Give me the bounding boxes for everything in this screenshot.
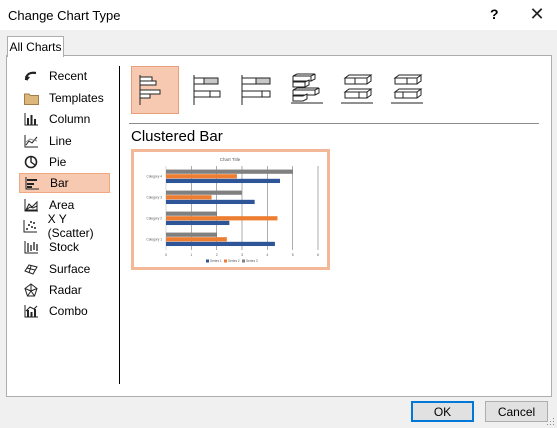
sidebar-item-scatter[interactable]: X Y (Scatter) (19, 212, 110, 240)
legend-label: Series 1 (210, 259, 222, 263)
clustered-bar-icon (139, 75, 161, 105)
column-chart-icon (23, 111, 39, 127)
sidebar-item-label: Radar (49, 283, 82, 297)
bar (166, 178, 280, 184)
dialog-panel: Recent Templates Column Line Pie Bar Are… (6, 55, 552, 397)
scatter-chart-icon (23, 218, 38, 234)
sidebar-item-label: X Y (Scatter) (47, 212, 94, 240)
cancel-button[interactable]: Cancel (485, 401, 548, 422)
sidebar-item-label: Bar (50, 176, 69, 190)
folder-icon (23, 90, 39, 106)
sidebar-item-bar[interactable]: Bar (19, 173, 110, 193)
stacked-bar-icon (193, 75, 221, 105)
bar (166, 174, 237, 179)
stock-chart-icon (23, 239, 39, 255)
sidebar-item-column[interactable]: Column (19, 109, 110, 129)
subtype-3d-100-stacked-bar[interactable] (383, 66, 431, 114)
x-tick-label: 1 (190, 253, 192, 257)
3d-stacked-bar-icon (341, 74, 373, 104)
title-bar: Change Chart Type ? ✕ (0, 0, 557, 30)
bar (166, 169, 293, 174)
sidebar-item-combo[interactable]: Combo (19, 301, 110, 321)
sidebar-item-label: Pie (49, 155, 67, 169)
radar-chart-icon (23, 282, 39, 298)
line-chart-icon (23, 133, 39, 149)
preview-chart-title: Chart Title (220, 157, 241, 162)
x-tick-label: 2 (216, 253, 218, 257)
category-label: Category 3 (146, 196, 162, 200)
sidebar-item-label: Area (49, 198, 75, 212)
bar (166, 237, 227, 242)
sidebar-item-label: Line (49, 134, 72, 148)
subtype-3d-clustered-bar[interactable] (283, 66, 331, 114)
legend-label: Series 3 (246, 259, 258, 263)
subtype-3d-stacked-bar[interactable] (333, 66, 381, 114)
bar (166, 199, 255, 205)
recent-icon (23, 68, 39, 84)
legend-swatch (224, 259, 227, 263)
resize-grip-icon[interactable] (547, 418, 555, 426)
category-label: Category 4 (146, 175, 162, 179)
subtype-clustered-bar[interactable] (131, 66, 179, 114)
sidebar-item-stock[interactable]: Stock (19, 237, 110, 257)
subtype-100-stacked-bar[interactable] (233, 66, 281, 114)
sidebar-divider (119, 66, 120, 384)
sidebar-item-label: Column (49, 112, 91, 126)
legend-swatch (242, 259, 245, 263)
sidebar-item-line[interactable]: Line (19, 131, 110, 151)
bar (166, 220, 230, 226)
3d-clustered-bar-icon (291, 73, 323, 104)
x-tick-label: 3 (241, 253, 243, 257)
tab-all-charts[interactable]: All Charts (7, 36, 64, 57)
sidebar-item-label: Combo (49, 304, 88, 318)
bar (166, 211, 217, 216)
x-tick-label: 4 (266, 253, 268, 257)
dialog-title: Change Chart Type (8, 8, 121, 23)
sidebar-item-radar[interactable]: Radar (19, 280, 110, 300)
bar-chart-icon (24, 175, 40, 191)
sidebar-item-templates[interactable]: Templates (19, 88, 110, 108)
x-tick-label: 0 (165, 253, 167, 257)
pie-chart-icon (23, 154, 39, 170)
category-label: Category 1 (146, 238, 162, 242)
3d-100-stacked-bar-icon (391, 74, 423, 104)
sidebar-item-label: Templates (49, 91, 104, 105)
sidebar-item-pie[interactable]: Pie (19, 152, 110, 172)
chart-type-title: Clustered Bar (131, 128, 223, 145)
sidebar-item-label: Recent (49, 69, 88, 83)
sidebar-item-surface[interactable]: Surface (19, 259, 110, 279)
category-label: Category 2 (146, 217, 162, 221)
preview-chart: Chart Title Category 1 Category 2 Category… (146, 157, 319, 263)
bar (166, 232, 217, 237)
bar (166, 216, 278, 221)
help-button[interactable]: ? (490, 6, 499, 22)
subtype-stacked-bar[interactable] (185, 66, 233, 114)
x-tick-label: 5 (292, 253, 294, 257)
close-button[interactable]: ✕ (524, 2, 550, 26)
sidebar-item-recent[interactable]: Recent (19, 66, 110, 86)
bar (166, 195, 212, 200)
surface-chart-icon (23, 261, 39, 277)
100-stacked-bar-icon (241, 75, 271, 105)
subtype-divider (129, 123, 539, 124)
combo-chart-icon (23, 303, 39, 319)
sidebar-item-label: Surface (49, 262, 91, 276)
bar (166, 190, 242, 195)
ok-button[interactable]: OK (411, 401, 474, 422)
sidebar-item-label: Stock (49, 240, 80, 254)
bar (166, 241, 275, 247)
legend-swatch (206, 259, 209, 263)
area-chart-icon (23, 197, 39, 213)
x-tick-label: 6 (317, 253, 319, 257)
chart-preview[interactable]: Chart Title Category 1 Category 2 Category… (131, 149, 330, 270)
legend-label: Series 2 (228, 259, 240, 263)
